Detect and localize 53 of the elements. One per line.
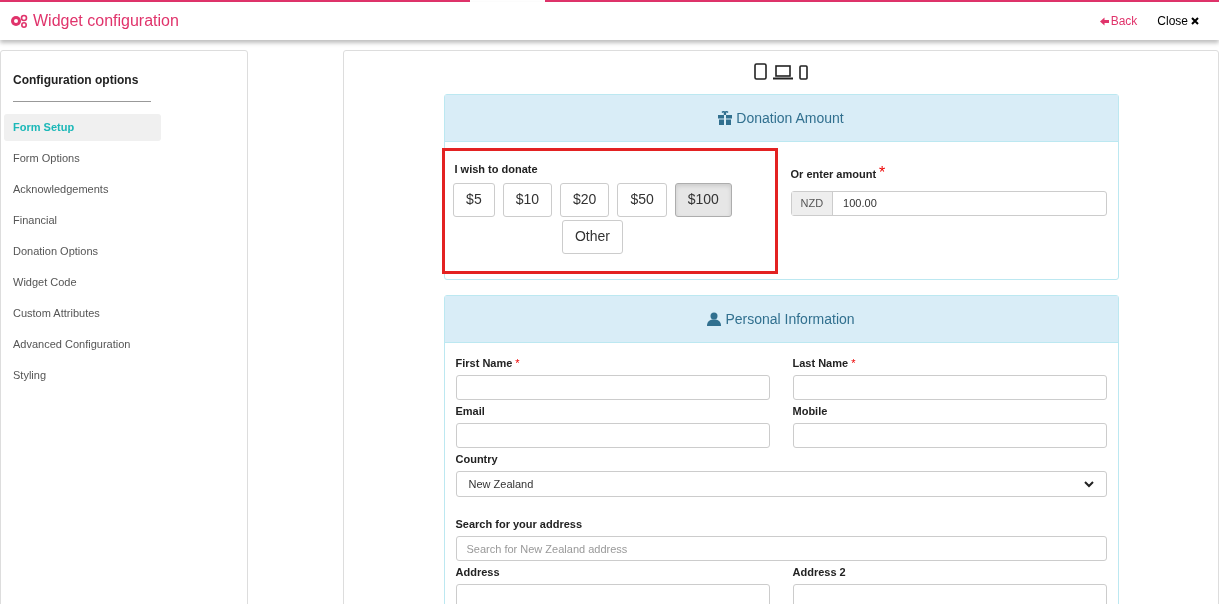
sidebar-item[interactable]: Acknowledgements: [4, 176, 161, 203]
chevron-down-icon: [1083, 480, 1094, 488]
person-icon: [707, 312, 722, 326]
section-title: Donation Amount: [736, 108, 844, 128]
amount-field[interactable]: NZD 100.00: [790, 191, 1107, 216]
field-label: First Name: [455, 356, 513, 370]
country-select[interactable]: New Zealand: [455, 471, 1107, 497]
phone-icon[interactable]: [799, 65, 808, 80]
input-field[interactable]: [792, 423, 1107, 448]
gears-icon: [10, 14, 28, 28]
laptop-icon[interactable]: [773, 65, 793, 80]
tablet-icon[interactable]: [754, 63, 767, 80]
back-link[interactable]: Back: [1099, 12, 1138, 30]
gift-icon: [718, 111, 733, 125]
field-label: Mobile: [792, 404, 828, 418]
close-link[interactable]: Close: [1157, 12, 1199, 30]
currency-label: NZD: [791, 192, 834, 215]
sidebar-title: Configuration options: [13, 71, 151, 102]
input-field[interactable]: [455, 584, 770, 604]
search-field[interactable]: Search for New Zealand address: [455, 536, 1107, 561]
amount-button[interactable]: $50: [617, 182, 667, 217]
amount-button[interactable]: $10: [502, 182, 553, 217]
sidebar-item[interactable]: Financial: [4, 207, 161, 234]
close-icon: [1191, 17, 1199, 25]
section-title: Personal Information: [725, 309, 855, 329]
field-label: Country: [455, 452, 498, 466]
page-title: Widget configuration: [33, 11, 179, 31]
field-label: Address: [455, 565, 500, 579]
input-field[interactable]: [455, 375, 770, 400]
field-label: I wish to donate: [454, 162, 539, 177]
sidebar-item[interactable]: Form Options: [4, 145, 161, 172]
field-label: Last Name: [792, 356, 849, 370]
sidebar-item[interactable]: Styling: [4, 362, 161, 389]
sidebar-item[interactable]: Widget Code: [4, 269, 161, 296]
required-mark: *: [851, 356, 856, 370]
field-label: Or enter amount: [790, 168, 877, 180]
amount-button[interactable]: Other: [562, 219, 623, 254]
field-label: Address 2: [792, 565, 846, 579]
sidebar-item[interactable]: Donation Options: [4, 238, 161, 265]
amount-button[interactable]: $100: [674, 182, 732, 217]
input-field[interactable]: [792, 375, 1107, 400]
input-field[interactable]: [455, 423, 770, 448]
amount-button[interactable]: $5: [453, 182, 495, 217]
amount-value: 100.00: [842, 196, 878, 212]
sidebar-item[interactable]: Advanced Configuration: [4, 331, 161, 358]
input-field[interactable]: [792, 584, 1107, 604]
field-label: Search for your address: [455, 517, 583, 531]
sidebar-item[interactable]: Custom Attributes: [4, 300, 161, 327]
required-mark: *: [879, 164, 886, 181]
amount-button[interactable]: $20: [560, 182, 610, 217]
required-mark: *: [515, 356, 520, 370]
field-label: Email: [455, 404, 485, 418]
left-arrow-icon: [1099, 16, 1109, 26]
